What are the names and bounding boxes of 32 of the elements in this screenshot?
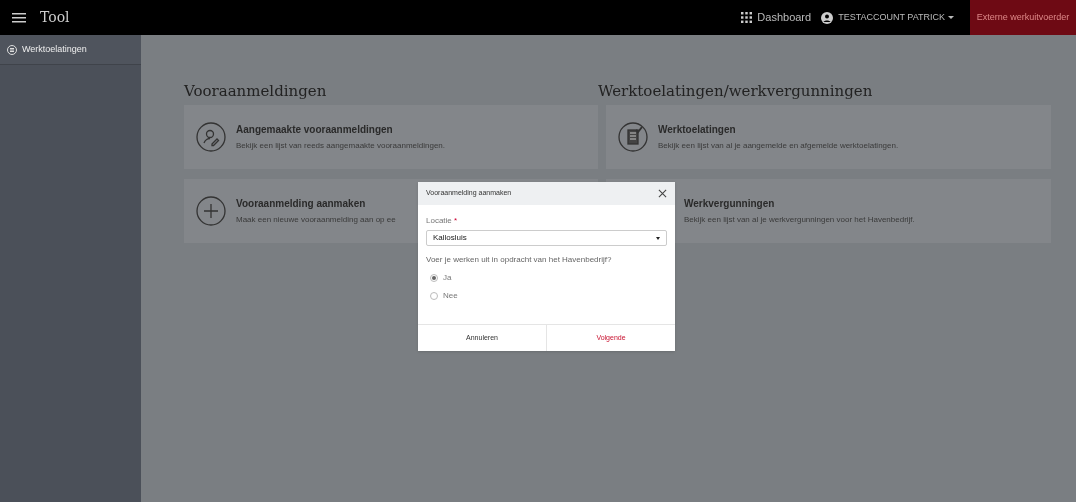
card-title: Werkvergunningen xyxy=(684,197,776,211)
card-description: Bekijk een lijst van al je werkvergunningen voor het Havenbedrijf. xyxy=(684,214,915,226)
caret-icon xyxy=(656,236,660,240)
location-select[interactable]: Kallosluis xyxy=(426,230,667,246)
grid-icon xyxy=(741,12,753,23)
menu-icon[interactable] xyxy=(12,11,26,24)
radio-label: Ja xyxy=(443,272,452,284)
user-menu[interactable]: TESTACCOUNT PATRICK xyxy=(838,10,954,25)
link-card[interactable]: Werktoelatingen Bekijk een lijst van al je aangemelde en afgemelde werktoelatingen. xyxy=(606,105,1051,169)
section-heading: Werktoelatingen/werkvergunningen xyxy=(598,81,874,102)
card-title: Werktoelatingen xyxy=(658,123,737,137)
field-label: Locatie * xyxy=(426,215,459,227)
card-description: Bekijk een lijst van reeds aangemaakte vooraanmeldingen. xyxy=(236,140,445,152)
caret-icon xyxy=(948,16,954,19)
card-title: Aangemaakte vooraanmeldingen xyxy=(236,123,394,137)
list-circle-icon xyxy=(7,44,17,55)
radio-label: Nee xyxy=(443,290,458,302)
radio-button[interactable] xyxy=(430,274,438,282)
person-edit-icon xyxy=(196,122,226,152)
card-title: Vooraanmelding aanmaken xyxy=(236,197,367,211)
dashboard-link[interactable]: Dashboard xyxy=(757,9,812,26)
question-text: Voer je werken uit in opdracht van het Havenbedrijf? xyxy=(426,254,613,266)
link-card[interactable]: Aangemaakte vooraanmeldingen Bekijk een lijst van reeds aangemaakte vooraanmeldingen. xyxy=(184,105,598,169)
app-title: Tool xyxy=(40,8,70,27)
role-button[interactable]: Externe werkuitvoerder xyxy=(970,0,1076,35)
user-icon xyxy=(821,11,834,24)
card-description: Bekijk een lijst van al je aangemelde en afgemelde werktoelatingen. xyxy=(658,140,899,152)
sidebar-item[interactable]: Werktoelatingen xyxy=(0,35,141,65)
document-check-icon xyxy=(618,122,648,152)
close-icon[interactable] xyxy=(658,189,667,198)
card-description: Maak een nieuwe vooraanmelding aan op ee xyxy=(236,214,396,226)
plus-icon xyxy=(196,196,226,226)
